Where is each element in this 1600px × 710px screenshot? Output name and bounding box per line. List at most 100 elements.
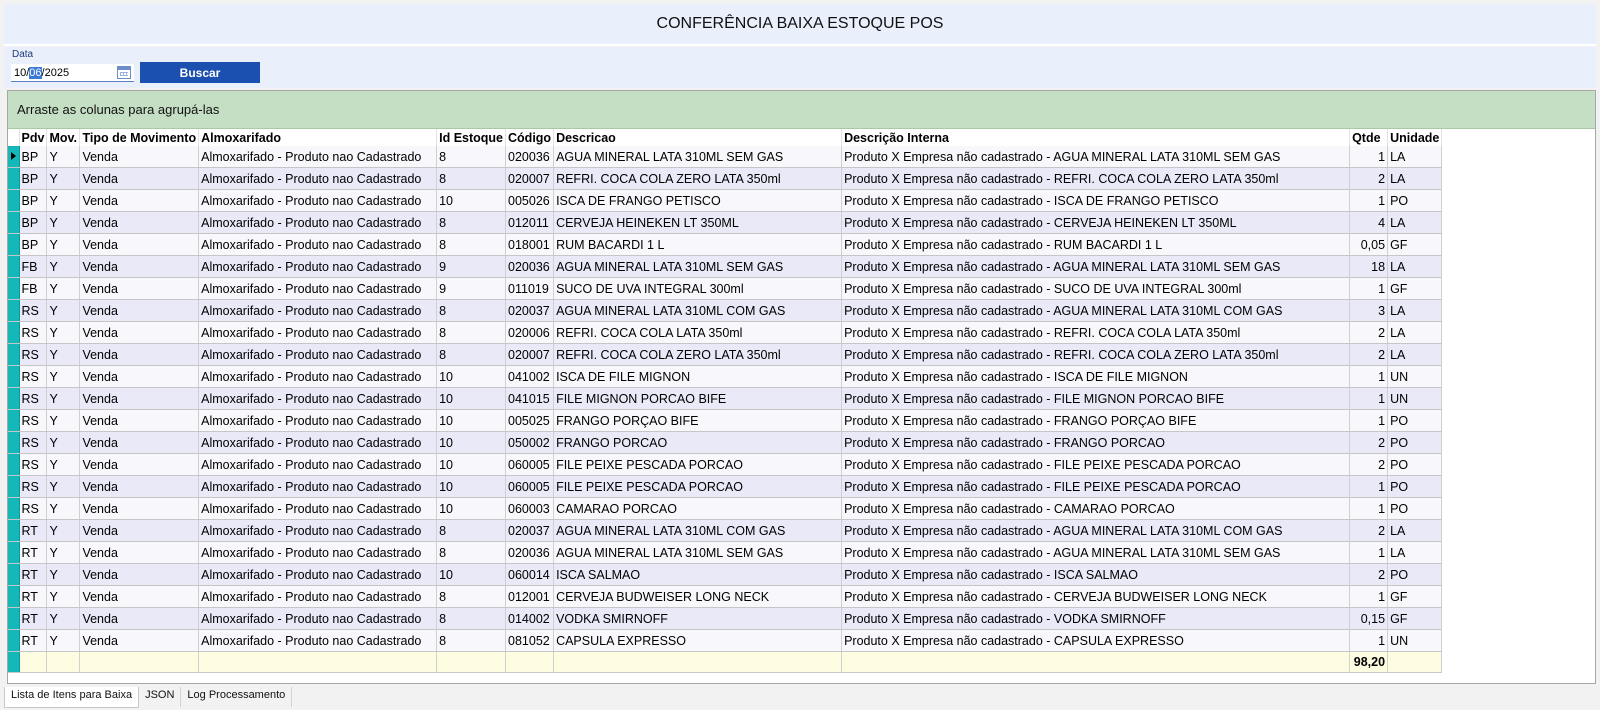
table-row[interactable]: RS Y Venda Almoxarifado - Produto nao Cadas…	[8, 431, 1443, 454]
cell-unidade[interactable]: LA	[1387, 167, 1443, 190]
cell-pdv[interactable]: RS	[19, 387, 48, 410]
cell-codigo[interactable]: 020036	[505, 541, 555, 564]
cell-descricao-interna[interactable]: Produto X Empresa não cadastrado - REFRI…	[841, 167, 1351, 190]
cell-pdv[interactable]: RT	[19, 585, 48, 608]
cell-descricao[interactable]: REFRI. COCA COLA LATA 350ml	[553, 321, 843, 344]
cell-almoxarifado[interactable]: Almoxarifado - Produto nao Cadastrado	[198, 453, 438, 476]
cell-descricao[interactable]: CERVEJA HEINEKEN LT 350ML	[553, 211, 843, 234]
cell-mov[interactable]: Y	[46, 541, 81, 564]
cell-descricao[interactable]: REFRI. COCA COLA ZERO LATA 350ml	[553, 167, 843, 190]
cell-almoxarifado[interactable]: Almoxarifado - Produto nao Cadastrado	[198, 387, 438, 410]
column-header-pdv[interactable]: Pdv	[19, 129, 48, 146]
cell-tipo-movimento[interactable]: Venda	[79, 299, 200, 322]
table-row[interactable]: RT Y Venda Almoxarifado - Produto nao Cadas…	[8, 541, 1443, 564]
cell-qtde[interactable]: 1	[1349, 146, 1389, 168]
cell-codigo[interactable]: 060005	[505, 475, 555, 498]
row-indicator[interactable]	[8, 146, 20, 168]
cell-id-estoque[interactable]: 8	[436, 211, 507, 234]
cell-codigo[interactable]: 020036	[505, 255, 555, 278]
cell-almoxarifado[interactable]: Almoxarifado - Produto nao Cadastrado	[198, 519, 438, 542]
cell-id-estoque[interactable]: 8	[436, 519, 507, 542]
cell-almoxarifado[interactable]: Almoxarifado - Produto nao Cadastrado	[198, 343, 438, 366]
row-indicator[interactable]	[8, 409, 20, 432]
cell-pdv[interactable]: BP	[19, 167, 48, 190]
cell-pdv[interactable]: FB	[19, 277, 48, 300]
cell-codigo[interactable]: 020037	[505, 299, 555, 322]
cell-tipo-movimento[interactable]: Venda	[79, 409, 200, 432]
row-indicator[interactable]	[8, 343, 20, 366]
cell-mov[interactable]: Y	[46, 497, 81, 520]
cell-id-estoque[interactable]: 8	[436, 321, 507, 344]
cell-mov[interactable]: Y	[46, 409, 81, 432]
table-row[interactable]: RT Y Venda Almoxarifado - Produto nao Cadas…	[8, 629, 1443, 652]
column-header-codigo[interactable]: Código	[505, 129, 555, 146]
cell-descricao-interna[interactable]: Produto X Empresa não cadastrado - REFRI…	[841, 321, 1351, 344]
row-indicator[interactable]	[8, 431, 20, 454]
row-indicator[interactable]	[8, 607, 20, 630]
cell-id-estoque[interactable]: 10	[436, 189, 507, 212]
cell-descricao-interna[interactable]: Produto X Empresa não cadastrado - AGUA …	[841, 299, 1351, 322]
cell-mov[interactable]: Y	[46, 211, 81, 234]
cell-id-estoque[interactable]: 10	[436, 365, 507, 388]
row-indicator[interactable]	[8, 585, 20, 608]
cell-descricao-interna[interactable]: Produto X Empresa não cadastrado - CERVE…	[841, 211, 1351, 234]
cell-qtde[interactable]: 2	[1349, 343, 1389, 366]
cell-qtde[interactable]: 18	[1349, 255, 1389, 278]
cell-pdv[interactable]: RS	[19, 453, 48, 476]
cell-tipo-movimento[interactable]: Venda	[79, 607, 200, 630]
cell-mov[interactable]: Y	[46, 453, 81, 476]
cell-mov[interactable]: Y	[46, 387, 81, 410]
cell-qtde[interactable]: 1	[1349, 497, 1389, 520]
cell-unidade[interactable]: LA	[1387, 321, 1443, 344]
cell-mov[interactable]: Y	[46, 233, 81, 256]
data-grid[interactable]: Arraste as colunas para agrupá-las Pdv Mo…	[7, 90, 1596, 684]
table-row[interactable]: FB Y Venda Almoxarifado - Produto nao Cadas…	[8, 255, 1443, 278]
row-indicator[interactable]	[8, 519, 20, 542]
cell-descricao-interna[interactable]: Produto X Empresa não cadastrado - AGUA …	[841, 255, 1351, 278]
cell-descricao[interactable]: ISCA DE FILE MIGNON	[553, 365, 843, 388]
cell-id-estoque[interactable]: 8	[436, 233, 507, 256]
table-row[interactable]: RT Y Venda Almoxarifado - Produto nao Cadas…	[8, 585, 1443, 608]
cell-tipo-movimento[interactable]: Venda	[79, 475, 200, 498]
cell-qtde[interactable]: 1	[1349, 629, 1389, 652]
cell-id-estoque[interactable]: 10	[436, 431, 507, 454]
cell-descricao-interna[interactable]: Produto X Empresa não cadastrado - FILE …	[841, 453, 1351, 476]
cell-codigo[interactable]: 005025	[505, 409, 555, 432]
table-row[interactable]: RS Y Venda Almoxarifado - Produto nao Cadas…	[8, 497, 1443, 520]
cell-codigo[interactable]: 012011	[505, 211, 555, 234]
cell-tipo-movimento[interactable]: Venda	[79, 563, 200, 586]
cell-codigo[interactable]: 020037	[505, 519, 555, 542]
cell-mov[interactable]: Y	[46, 563, 81, 586]
cell-pdv[interactable]: RT	[19, 629, 48, 652]
cell-tipo-movimento[interactable]: Venda	[79, 255, 200, 278]
cell-tipo-movimento[interactable]: Venda	[79, 365, 200, 388]
cell-pdv[interactable]: RT	[19, 541, 48, 564]
cell-almoxarifado[interactable]: Almoxarifado - Produto nao Cadastrado	[198, 607, 438, 630]
cell-id-estoque[interactable]: 10	[436, 475, 507, 498]
column-header-descricao[interactable]: Descricao	[553, 129, 843, 146]
cell-descricao[interactable]: FRANGO PORCAO	[553, 431, 843, 454]
row-indicator[interactable]	[8, 475, 20, 498]
cell-qtde[interactable]: 1	[1349, 387, 1389, 410]
cell-codigo[interactable]: 050002	[505, 431, 555, 454]
cell-qtde[interactable]: 3	[1349, 299, 1389, 322]
row-indicator[interactable]	[8, 255, 20, 278]
cell-tipo-movimento[interactable]: Venda	[79, 233, 200, 256]
column-header-descricao-interna[interactable]: Descrição Interna	[841, 129, 1351, 146]
cell-unidade[interactable]: LA	[1387, 255, 1443, 278]
cell-codigo[interactable]: 081052	[505, 629, 555, 652]
table-row[interactable]: RS Y Venda Almoxarifado - Produto nao Cadas…	[8, 343, 1443, 366]
cell-qtde[interactable]: 1	[1349, 541, 1389, 564]
table-row[interactable]: RS Y Venda Almoxarifado - Produto nao Cadas…	[8, 475, 1443, 498]
cell-descricao-interna[interactable]: Produto X Empresa não cadastrado - VODKA…	[841, 607, 1351, 630]
cell-tipo-movimento[interactable]: Venda	[79, 497, 200, 520]
cell-codigo[interactable]: 005026	[505, 189, 555, 212]
cell-mov[interactable]: Y	[46, 167, 81, 190]
cell-unidade[interactable]: GF	[1387, 607, 1443, 630]
cell-mov[interactable]: Y	[46, 585, 81, 608]
cell-almoxarifado[interactable]: Almoxarifado - Produto nao Cadastrado	[198, 541, 438, 564]
cell-descricao-interna[interactable]: Produto X Empresa não cadastrado - FRANG…	[841, 409, 1351, 432]
cell-descricao[interactable]: AGUA MINERAL LATA 310ML SEM GAS	[553, 146, 843, 168]
cell-unidade[interactable]: UN	[1387, 387, 1443, 410]
cell-pdv[interactable]: RS	[19, 343, 48, 366]
